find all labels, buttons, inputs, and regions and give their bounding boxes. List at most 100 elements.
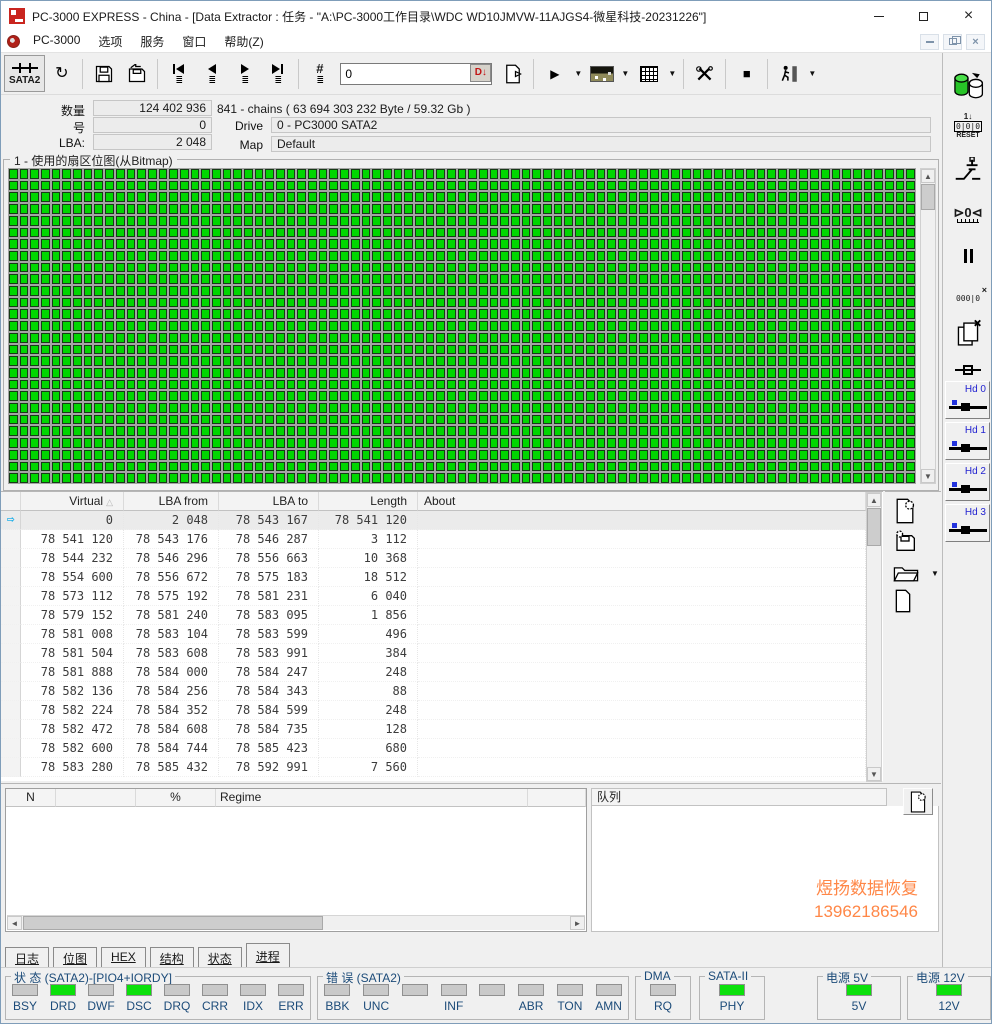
scroll-thumb[interactable] — [23, 916, 323, 930]
grid-view-dropdown[interactable]: ▼ — [665, 55, 679, 92]
counter-reset-button[interactable]: ⊳0⊲ — [949, 197, 987, 231]
scroll-down-icon[interactable]: ▼ — [921, 469, 935, 483]
bitmap-view-button[interactable] — [585, 55, 618, 92]
bitmap-cell — [831, 426, 841, 437]
tab-HEX[interactable]: HEX — [101, 947, 146, 967]
menu-item[interactable]: PC-3000 — [24, 31, 89, 52]
copy-sectors-button[interactable] — [949, 317, 987, 351]
save-task-as-button[interactable] — [120, 55, 153, 92]
table-row[interactable]: 78 541 120 78 543 176 78 546 287 3 112 — [1, 530, 866, 549]
bitmap-cell — [169, 262, 178, 273]
mdi-close-button[interactable]: × — [966, 33, 985, 50]
first-sector-button[interactable]: ≣ — [162, 55, 195, 92]
process-column-header-n[interactable]: N — [6, 789, 56, 807]
goto-sector-button[interactable]: # ≣ — [303, 55, 336, 92]
refresh-task-button[interactable]: ↻ — [45, 55, 78, 92]
grid-view-button[interactable] — [632, 55, 665, 92]
table-row[interactable]: 78 582 136 78 584 256 78 584 343 88 — [1, 682, 866, 701]
mdi-minimize-button[interactable] — [920, 33, 939, 50]
menu-item[interactable]: 选项 — [89, 31, 131, 52]
start-dropdown[interactable]: ▼ — [571, 55, 585, 92]
column-header-length[interactable]: Length — [319, 492, 418, 511]
head-select-button-1[interactable]: Hd 1 — [945, 422, 990, 460]
queue-settings-button[interactable] — [903, 788, 933, 815]
table-row[interactable]: 78 583 280 78 585 432 78 592 991 7 560 — [1, 758, 866, 777]
save-task-button[interactable] — [87, 55, 120, 92]
drive-copy-button[interactable] — [949, 69, 987, 103]
head-select-button-0[interactable]: Hd 0 — [945, 381, 990, 419]
start-read-button[interactable]: ▶ — [538, 55, 571, 92]
table-row[interactable]: 78 582 472 78 584 608 78 584 735 128 — [1, 720, 866, 739]
map-save-button[interactable] — [893, 528, 923, 554]
bitmap-cell — [73, 321, 82, 331]
table-row[interactable]: ⇨ 0 2 048 78 543 167 78 541 120 — [1, 511, 866, 530]
scroll-left-icon[interactable]: ◄ — [7, 916, 22, 930]
bitmap-cell — [436, 204, 445, 214]
table-row[interactable]: 78 573 112 78 575 192 78 581 231 6 040 — [1, 587, 866, 606]
tools-button[interactable] — [688, 55, 721, 92]
scroll-up-icon[interactable]: ▲ — [921, 169, 935, 183]
export-page-button[interactable] — [496, 55, 529, 92]
table-row[interactable]: 78 544 232 78 546 296 78 556 663 10 368 — [1, 549, 866, 568]
tab-状态[interactable]: 状态 — [197, 947, 242, 967]
table-row[interactable]: 78 582 600 78 584 744 78 585 423 680 — [1, 739, 866, 758]
bitmap-view-dropdown[interactable]: ▼ — [618, 55, 632, 92]
scroll-thumb[interactable] — [867, 508, 881, 546]
exit-task-button[interactable] — [772, 55, 805, 92]
power-relay-button[interactable] — [949, 155, 987, 189]
column-header-virtual[interactable]: Virtual △ — [21, 492, 124, 511]
chains-table-scrollbar[interactable]: ▲ ▼ — [866, 492, 882, 782]
process-column-header-regime[interactable]: Regime — [216, 789, 528, 807]
head-select-button-2[interactable]: Hd 2 — [945, 463, 990, 501]
bitmap-cell — [703, 169, 713, 179]
sector-bitmap-grid[interactable] — [8, 168, 916, 484]
process-column-header[interactable] — [56, 789, 136, 807]
table-row[interactable]: 78 581 888 78 584 000 78 584 247 248 — [1, 663, 866, 682]
stop-button[interactable]: ■ — [730, 55, 763, 92]
table-row[interactable]: 78 582 224 78 584 352 78 584 599 248 — [1, 701, 866, 720]
menu-item[interactable]: 帮助(Z) — [215, 31, 272, 52]
scroll-right-icon[interactable]: ► — [570, 916, 585, 930]
scroll-down-icon[interactable]: ▼ — [867, 767, 881, 781]
table-row[interactable]: 78 579 152 78 581 240 78 583 095 1 856 — [1, 606, 866, 625]
minimize-button[interactable] — [856, 1, 901, 31]
table-row[interactable]: 78 581 008 78 583 104 78 583 599 496 — [1, 625, 866, 644]
exit-dropdown[interactable]: ▼ — [805, 55, 819, 92]
column-header-lba-from[interactable]: LBA from — [124, 492, 219, 511]
menu-item[interactable]: 窗口 — [173, 31, 215, 52]
decimal-mode-button[interactable]: D ↓ — [470, 63, 492, 82]
column-header-about[interactable]: About — [418, 492, 866, 511]
maximize-button[interactable] — [901, 1, 946, 31]
table-row[interactable]: 78 581 504 78 583 608 78 583 991 384 — [1, 644, 866, 663]
last-sector-button[interactable]: ≣ — [261, 55, 294, 92]
next-sector-button[interactable]: ≣ — [228, 55, 261, 92]
map-open-button[interactable]: ▼ — [893, 560, 939, 586]
reset-button[interactable]: 1↓ 0|0|0 RESET — [949, 109, 987, 143]
tab-位图[interactable]: 位图 — [53, 947, 98, 967]
tab-进程[interactable]: 进程 — [245, 943, 290, 967]
map-new-button[interactable] — [893, 498, 923, 524]
bitmap-cell — [895, 262, 905, 273]
process-list-hscrollbar[interactable]: ◄ ► — [7, 915, 585, 930]
mdi-restore-button[interactable] — [943, 33, 962, 50]
menu-item[interactable]: 服务 — [131, 31, 173, 52]
skip-defect-button[interactable]: × 000|0 — [949, 277, 987, 311]
pause-button[interactable] — [949, 239, 987, 273]
column-header-lba-to[interactable]: LBA to — [219, 492, 319, 511]
process-column-header-%[interactable]: % — [136, 789, 216, 807]
prev-sector-button[interactable]: ≣ — [195, 55, 228, 92]
bitmap-cell — [115, 180, 125, 191]
tab-结构[interactable]: 结构 — [149, 947, 194, 967]
bitmap-scrollbar[interactable]: ▲ ▼ — [920, 168, 936, 484]
table-row[interactable]: 78 554 600 78 556 672 78 575 183 18 512 — [1, 568, 866, 587]
scroll-up-icon[interactable]: ▲ — [867, 493, 881, 507]
head-select-button-3[interactable]: Hd 3 — [945, 504, 990, 542]
map-open-dropdown[interactable]: ▼ — [931, 569, 939, 578]
tab-日志[interactable]: 日志 — [5, 947, 50, 967]
scroll-thumb[interactable] — [921, 184, 935, 210]
process-column-header[interactable] — [528, 789, 586, 807]
bitmap-cell — [105, 227, 114, 238]
map-blank-button[interactable] — [893, 588, 923, 614]
close-button[interactable]: × — [946, 1, 991, 31]
sata2-port-button[interactable]: SATA2 — [4, 55, 46, 92]
